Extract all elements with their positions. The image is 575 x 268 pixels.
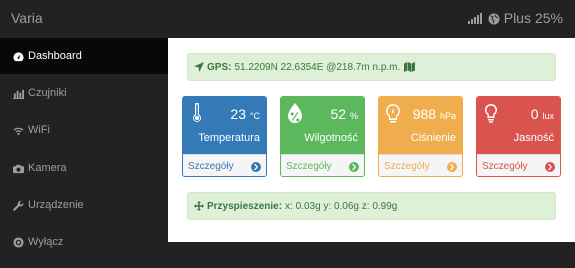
acceleration-label: Przyspieszenie: [207, 200, 283, 212]
sidebar-item-czujniki[interactable]: Czujniki [0, 75, 168, 111]
sidebar: Dashboard Czujniki WiFi Kamera Urządzeni… [0, 38, 168, 268]
globe-icon [488, 12, 500, 25]
arrow-circle-right-icon[interactable] [349, 161, 359, 172]
temperature-panel: 23 °C Temperatura Szczegóły [182, 96, 267, 177]
panel-label: Jasność [513, 132, 554, 144]
lightbulb-icon [483, 103, 499, 123]
sidebar-item-urzadzenie[interactable]: Urządzenie [0, 187, 168, 223]
thermometer-icon [189, 102, 205, 123]
main-content: GPS: 51.2209N 22.6354E @218.7m n.p.m. 23… [168, 38, 575, 242]
panel-heading: 0 lux Jasność [477, 97, 560, 154]
arrow-circle-right-icon[interactable] [251, 161, 261, 172]
gps-value: 51.2209N 22.6354E @218.7m n.p.m. [234, 61, 401, 73]
percent-icon [287, 103, 303, 123]
power-icon [12, 236, 24, 248]
arrow-circle-right-icon[interactable] [545, 161, 555, 172]
sidebar-item-kamera[interactable]: Kamera [0, 150, 168, 186]
panel-value: 23 °C [230, 106, 260, 122]
gps-alert: GPS: 51.2209N 22.6354E @218.7m n.p.m. [187, 53, 556, 81]
brand-title[interactable]: Varia [11, 10, 43, 26]
panel-label: Temperatura [198, 132, 260, 144]
details-link-text[interactable]: Szczegóły [286, 161, 332, 172]
details-link-text[interactable]: Szczegóły [384, 161, 430, 172]
camera-icon [12, 162, 24, 174]
map-icon[interactable] [404, 62, 416, 72]
details-link-text[interactable]: Szczegóły [188, 161, 234, 172]
sidebar-item-dashboard[interactable]: Dashboard [0, 38, 168, 74]
panel-details-link[interactable]: Szczegóły [379, 154, 462, 176]
humidity-panel: 52 % Wilgotność Szczegóły [280, 96, 365, 177]
panel-heading: 988 hPa Ciśnienie [379, 97, 462, 154]
panel-heading: 52 % Wilgotność [281, 97, 364, 154]
tachometer-icon [12, 50, 24, 62]
sidebar-item-label: WiFi [28, 124, 50, 136]
panel-value: 0 lux [530, 106, 554, 122]
brightness-panel: 0 lux Jasność Szczegóły [476, 96, 561, 177]
status-area: Plus 25% [467, 10, 563, 26]
gauge-icon [385, 103, 401, 123]
panel-details-link[interactable]: Szczegóły [183, 154, 266, 176]
arrow-circle-right-icon[interactable] [447, 161, 457, 172]
sidebar-item-wifi[interactable]: WiFi [0, 112, 168, 148]
gps-label: GPS: [207, 61, 232, 73]
pressure-panel: 988 hPa Ciśnienie Szczegóły [378, 96, 463, 177]
location-arrow-icon [194, 62, 204, 72]
bar-chart-icon [12, 87, 24, 99]
sidebar-item-label: Dashboard [28, 50, 82, 62]
panel-value: 52 % [330, 106, 358, 122]
wifi-icon [12, 124, 24, 136]
panel-details-link[interactable]: Szczegóły [281, 154, 364, 176]
sidebar-item-label: Wyłącz [28, 236, 64, 248]
panel-label: Wilgotność [304, 132, 358, 144]
navbar: Varia Plus 25% [0, 0, 575, 38]
network-label: Plus [503, 10, 531, 26]
signal-icon [467, 12, 482, 24]
panel-value: 988 hPa [412, 106, 456, 122]
acceleration-value: x: 0.03g y: 0.06g z: 0.99g [285, 200, 398, 212]
arrows-icon [194, 201, 204, 211]
panel-heading: 23 °C Temperatura [183, 97, 266, 154]
sidebar-item-label: Kamera [28, 162, 67, 174]
wrench-icon [12, 199, 24, 211]
battery-level: 25% [534, 10, 563, 26]
sidebar-item-label: Urządzenie [28, 199, 84, 211]
sidebar-item-wylacz[interactable]: Wyłącz [0, 224, 168, 260]
panel-label: Ciśnienie [410, 132, 456, 144]
acceleration-alert: Przyspieszenie: x: 0.03g y: 0.06g z: 0.9… [187, 192, 556, 220]
sidebar-item-label: Czujniki [28, 87, 67, 99]
details-link-text[interactable]: Szczegóły [482, 161, 528, 172]
panel-details-link[interactable]: Szczegóły [477, 154, 560, 176]
